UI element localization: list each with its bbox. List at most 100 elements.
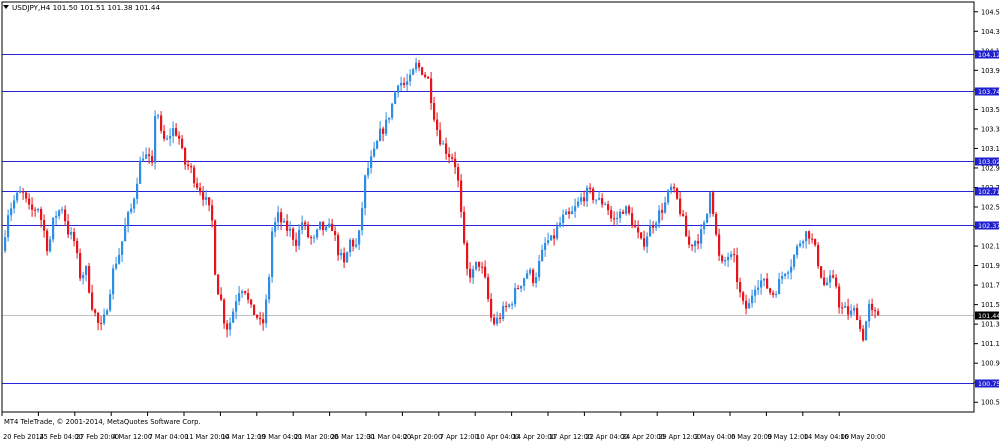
candle-bear — [46, 230, 49, 252]
candle-bear — [187, 164, 190, 167]
candle-bull — [10, 208, 13, 216]
candle-bear — [256, 314, 259, 318]
candle-bull — [277, 212, 280, 223]
candle-bull — [850, 310, 853, 315]
candle-bear — [685, 215, 688, 237]
candle-bear — [220, 294, 223, 300]
candle-bull — [157, 115, 160, 117]
y-tick-label: 101.75 — [981, 282, 1000, 290]
candle-bear — [64, 209, 67, 222]
candle-bear — [43, 220, 46, 231]
price-chart[interactable]: 104.55104.35104.15103.95103.75103.55103.… — [0, 0, 1000, 442]
candle-bear — [181, 138, 184, 149]
candle-bear — [430, 78, 433, 104]
candle-bull — [760, 280, 763, 288]
candle-bear — [28, 198, 31, 205]
candle-bull — [394, 92, 397, 104]
candle-bear — [733, 254, 736, 256]
candle-bull — [547, 240, 550, 243]
candle-bull — [16, 192, 19, 201]
candle-bull — [727, 256, 730, 261]
candle-bull — [313, 237, 316, 239]
candle-bull — [577, 201, 580, 207]
x-tick-label: 4 Mar 12:00 — [112, 433, 152, 441]
chart-window[interactable]: 104.55104.35104.15103.95103.75103.55103.… — [0, 0, 1000, 442]
candle-bear — [403, 82, 406, 85]
candle-bear — [247, 293, 250, 300]
candle-bear — [643, 238, 646, 247]
candle-bull — [514, 288, 517, 305]
x-tick-label: 2 Apr 20:00 — [403, 433, 442, 441]
candle-bull — [520, 285, 523, 289]
candle-bear — [766, 278, 769, 289]
candle-bull — [238, 293, 241, 302]
candle-bear — [742, 292, 745, 301]
candle-bull — [784, 273, 787, 277]
y-tick-label: 103.95 — [981, 67, 1000, 75]
candle-bear — [214, 220, 217, 275]
y-tick-label: 101.55 — [981, 301, 1000, 309]
candle-bull — [763, 278, 766, 281]
candle-bull — [751, 295, 754, 304]
candle-bear — [286, 220, 289, 231]
candle-bear — [94, 309, 97, 313]
candle-bull — [361, 208, 364, 231]
candle-bear — [874, 310, 877, 312]
candle-bull — [385, 119, 388, 134]
candle-bull — [19, 191, 22, 193]
y-tick-label: 103.35 — [981, 125, 1000, 133]
candle-bull — [415, 62, 418, 70]
candle-bear — [622, 211, 625, 214]
candle-bear — [424, 74, 427, 77]
candle-bull — [571, 211, 574, 215]
candle-bull — [700, 229, 703, 244]
candle-bear — [439, 130, 442, 145]
candle-bear — [382, 128, 385, 134]
candle-bear — [814, 239, 817, 245]
candle-bear — [877, 311, 880, 316]
chart-background — [0, 0, 1000, 442]
candle-bull — [169, 135, 172, 139]
candle-bear — [739, 282, 742, 293]
candle-bear — [601, 198, 604, 205]
candle-bull — [646, 236, 649, 247]
candle-bull — [670, 186, 673, 191]
candle-bull — [154, 115, 157, 163]
candle-bear — [292, 228, 295, 240]
candle-bear — [871, 303, 874, 311]
candle-bull — [127, 212, 130, 225]
candle-bear — [697, 241, 700, 244]
candle-bear — [652, 225, 655, 228]
candle-bull — [55, 216, 58, 218]
candle-bull — [502, 305, 505, 319]
candle-bull — [550, 235, 553, 241]
candle-bull — [58, 210, 61, 217]
candle-bear — [463, 211, 466, 243]
candle-bull — [400, 82, 403, 86]
candle-bull — [319, 221, 322, 230]
candle-bear — [676, 188, 679, 199]
candle-bull — [829, 275, 832, 283]
candle-bear — [193, 167, 196, 184]
candle-bear — [184, 148, 187, 165]
candle-bear — [151, 156, 154, 163]
candle-bull — [118, 254, 121, 264]
candle-bear — [568, 211, 571, 215]
candle-bull — [541, 249, 544, 261]
candle-bear — [31, 204, 34, 210]
candle-bear — [91, 292, 94, 310]
candle-bull — [112, 268, 115, 295]
candle-bear — [208, 197, 211, 206]
candle-bull — [370, 156, 373, 168]
candle-bear — [712, 192, 715, 214]
candle-bear — [343, 252, 346, 263]
candle-bear — [532, 269, 535, 284]
candle-bull — [544, 242, 547, 250]
candle-bull — [166, 138, 169, 140]
chart-header: USDJPY,H4 101.50 101.51 101.38 101.44 — [3, 3, 160, 12]
symbol-info: USDJPY,H4 101.50 101.51 101.38 101.44 — [12, 3, 160, 12]
candle-bear — [307, 224, 310, 238]
candle-bull — [580, 197, 583, 202]
candle-bear — [433, 103, 436, 120]
candle-bull — [346, 252, 349, 263]
